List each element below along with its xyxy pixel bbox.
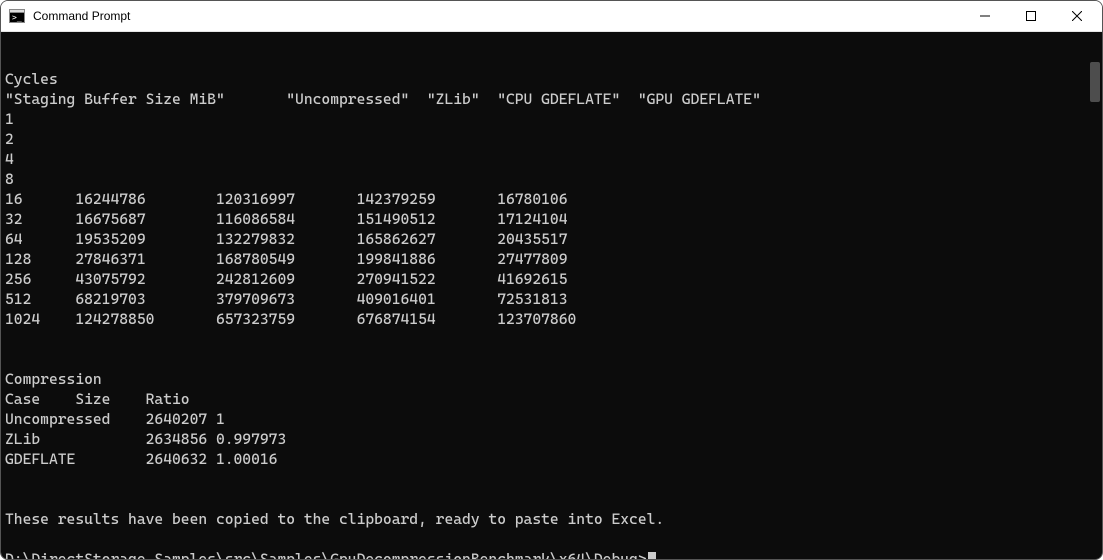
terminal-output[interactable]: Cycles "Staging Buffer Size MiB" "Uncomp… [1,47,1088,560]
scrollbar-track[interactable] [1088,32,1102,560]
titlebar[interactable]: >_ Command Prompt [1,1,1102,32]
scrollbar-thumb[interactable] [1090,62,1100,102]
window-title: Command Prompt [33,9,130,23]
command-prompt-icon: >_ [9,8,25,24]
command-prompt-window: >_ Command Prompt Cycles "Staging Buffer… [0,0,1103,560]
terminal-area[interactable]: Cycles "Staging Buffer Size MiB" "Uncomp… [1,32,1102,560]
svg-text:>_: >_ [12,13,22,22]
text-cursor [648,552,656,560]
maximize-button[interactable] [1008,1,1054,31]
minimize-button[interactable] [962,1,1008,31]
close-button[interactable] [1054,1,1100,31]
